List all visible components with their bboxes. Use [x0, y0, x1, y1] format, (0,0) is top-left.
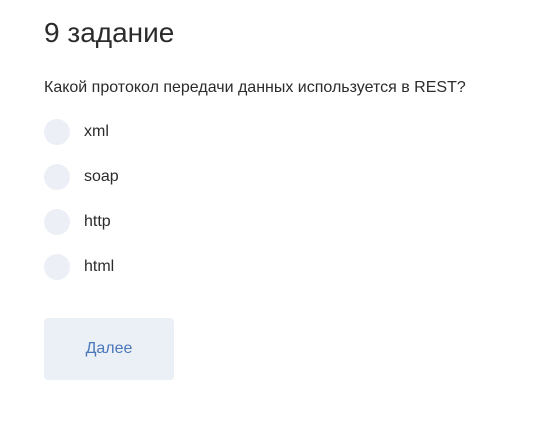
answer-options: xml soap http html: [44, 118, 119, 298]
radio-button[interactable]: [44, 209, 70, 235]
page-title: 9 задание: [44, 17, 175, 48]
option-html[interactable]: html: [44, 253, 119, 281]
question-text: Какой протокол передачи данных используе…: [44, 79, 466, 96]
option-label: html: [84, 258, 115, 275]
radio-button[interactable]: [44, 164, 70, 190]
radio-button[interactable]: [44, 254, 70, 280]
option-xml[interactable]: xml: [44, 118, 119, 146]
option-soap[interactable]: soap: [44, 163, 119, 191]
option-label: http: [84, 213, 111, 230]
radio-button[interactable]: [44, 119, 70, 145]
option-label: soap: [84, 168, 119, 185]
option-label: xml: [84, 123, 109, 140]
option-http[interactable]: http: [44, 208, 119, 236]
next-button[interactable]: Далее: [44, 318, 174, 380]
